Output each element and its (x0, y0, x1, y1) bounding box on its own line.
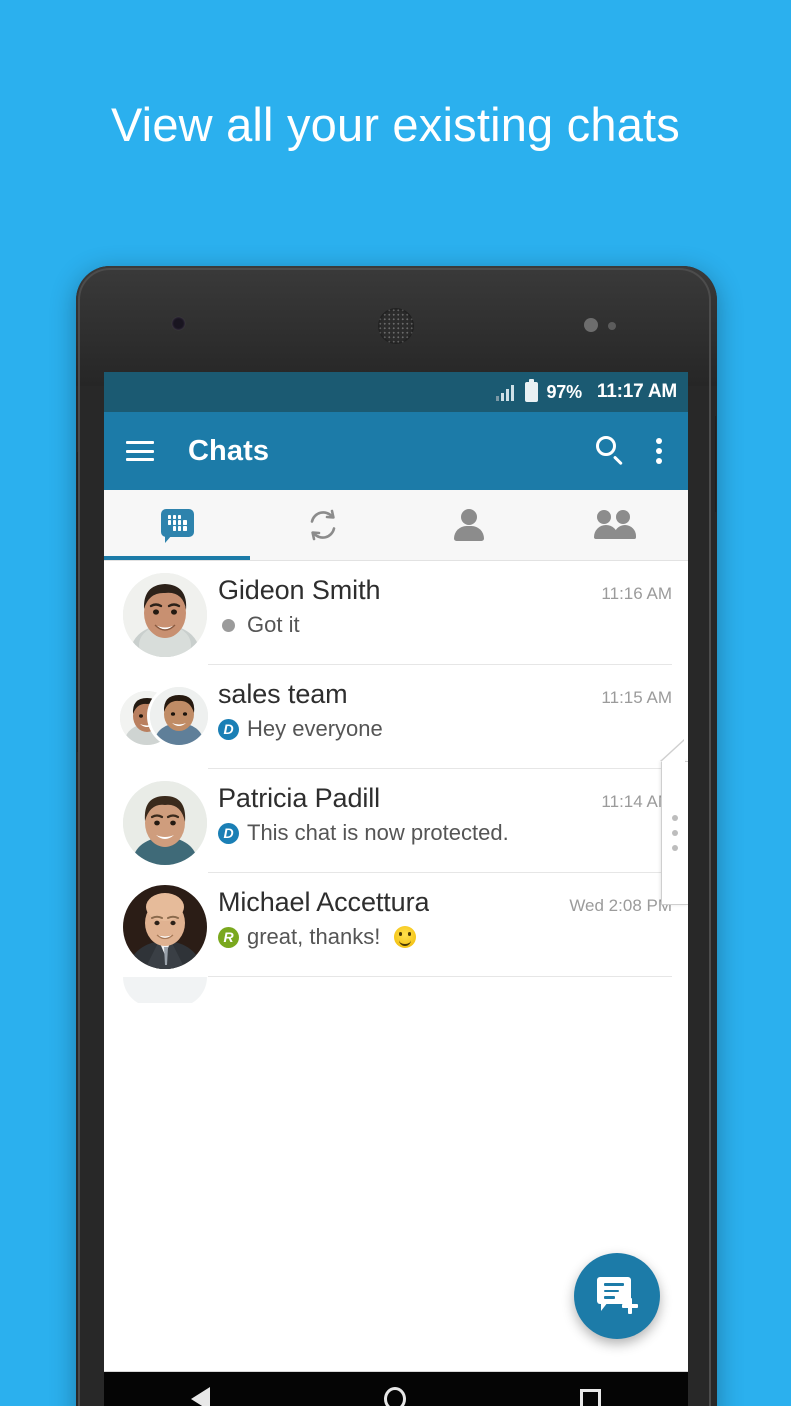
battery-percent: 97% (546, 381, 582, 402)
new-chat-icon (597, 1277, 638, 1315)
avatar (120, 677, 208, 765)
tab-contacts[interactable] (396, 490, 542, 560)
app-bar-title: Chats (188, 434, 270, 467)
chat-preview: Got it (247, 612, 300, 637)
status-badge: R (218, 926, 239, 948)
fast-scroll-handle[interactable] (661, 761, 688, 905)
tab-updates[interactable] (250, 490, 396, 560)
status-badge: D (218, 718, 239, 740)
android-nav-bar (104, 1371, 688, 1406)
chat-name: sales team (218, 679, 348, 709)
avatar (123, 977, 207, 1003)
power-button[interactable] (715, 416, 717, 512)
android-back-icon[interactable] (191, 1387, 210, 1406)
proximity-sensor-icon (584, 318, 598, 332)
earpiece-speaker-icon (378, 308, 414, 344)
battery-icon (525, 379, 539, 402)
group-people-icon (594, 510, 636, 540)
page-title: View all your existing chats (110, 98, 680, 151)
chat-name: Gideon Smith (218, 575, 381, 605)
tab-chats[interactable] (104, 490, 250, 560)
chat-preview: This chat is now protected. (247, 820, 509, 845)
table-row[interactable]: Michael Accettura Wed 2:08 PM R great, t… (104, 873, 688, 977)
chat-time: 11:15 AM (601, 688, 672, 707)
android-home-icon[interactable] (384, 1387, 406, 1406)
hamburger-menu-icon[interactable] (126, 441, 154, 461)
chat-preview: Hey everyone (247, 716, 383, 741)
app-bar: Chats (104, 412, 688, 490)
phone-device: 97% 11:17 AM Chats Gideon Smith 11:16 AM… (76, 266, 717, 1406)
avatar (120, 781, 208, 869)
overflow-menu-icon[interactable] (656, 438, 662, 464)
avatar (120, 573, 208, 661)
chat-time: Wed 2:08 PM (569, 896, 672, 915)
tab-bar (104, 490, 688, 561)
android-recents-icon[interactable] (580, 1388, 601, 1406)
search-icon[interactable] (596, 436, 626, 466)
status-bar-clock: 11:17 AM (596, 381, 677, 402)
person-icon (454, 509, 484, 541)
promo-screenshot: View all your existing chats 97% 11:17 A… (0, 0, 791, 1406)
bbm-chat-bubble-icon (160, 508, 194, 543)
status-bar: 97% 11:17 AM (104, 372, 688, 412)
chat-name: Patricia Padill (218, 783, 381, 813)
ambient-light-sensor-icon (608, 322, 616, 330)
table-row[interactable]: Gideon Smith 11:16 AM Got it (104, 561, 688, 665)
chat-row-content: sales team 11:15 AM D Hey everyone (208, 679, 672, 769)
chat-time: 11:16 AM (601, 584, 672, 603)
avatar (120, 885, 208, 973)
chat-row-content: Patricia Padill 11:14 AM D This chat is … (208, 783, 672, 873)
chat-name: Michael Accettura (218, 887, 430, 917)
chat-time: 11:14 AM (601, 792, 672, 811)
sync-refresh-icon (306, 508, 340, 542)
tab-active-indicator (104, 556, 250, 560)
tab-groups[interactable] (542, 490, 688, 560)
signal-bars-icon (495, 384, 515, 401)
front-camera-icon (172, 317, 185, 330)
list-item[interactable] (104, 977, 688, 1003)
chat-row-content: Gideon Smith 11:16 AM Got it (208, 575, 672, 665)
status-badge: D (218, 822, 239, 844)
table-row[interactable]: Patricia Padill 11:14 AM D This chat is … (104, 769, 688, 873)
volume-button[interactable] (76, 452, 78, 752)
table-row[interactable]: sales team 11:15 AM D Hey everyone (104, 665, 688, 769)
chat-list[interactable]: Gideon Smith 11:16 AM Got it sales team … (104, 561, 688, 1372)
new-chat-fab-button[interactable] (574, 1253, 660, 1339)
chat-preview: great, thanks! (247, 924, 381, 949)
smiley-emoji-icon (394, 926, 417, 948)
phone-screen: 97% 11:17 AM Chats Gideon Smith 11:16 AM… (104, 372, 688, 1372)
status-badge (222, 618, 235, 632)
chat-row-content: Michael Accettura Wed 2:08 PM R great, t… (208, 887, 672, 977)
